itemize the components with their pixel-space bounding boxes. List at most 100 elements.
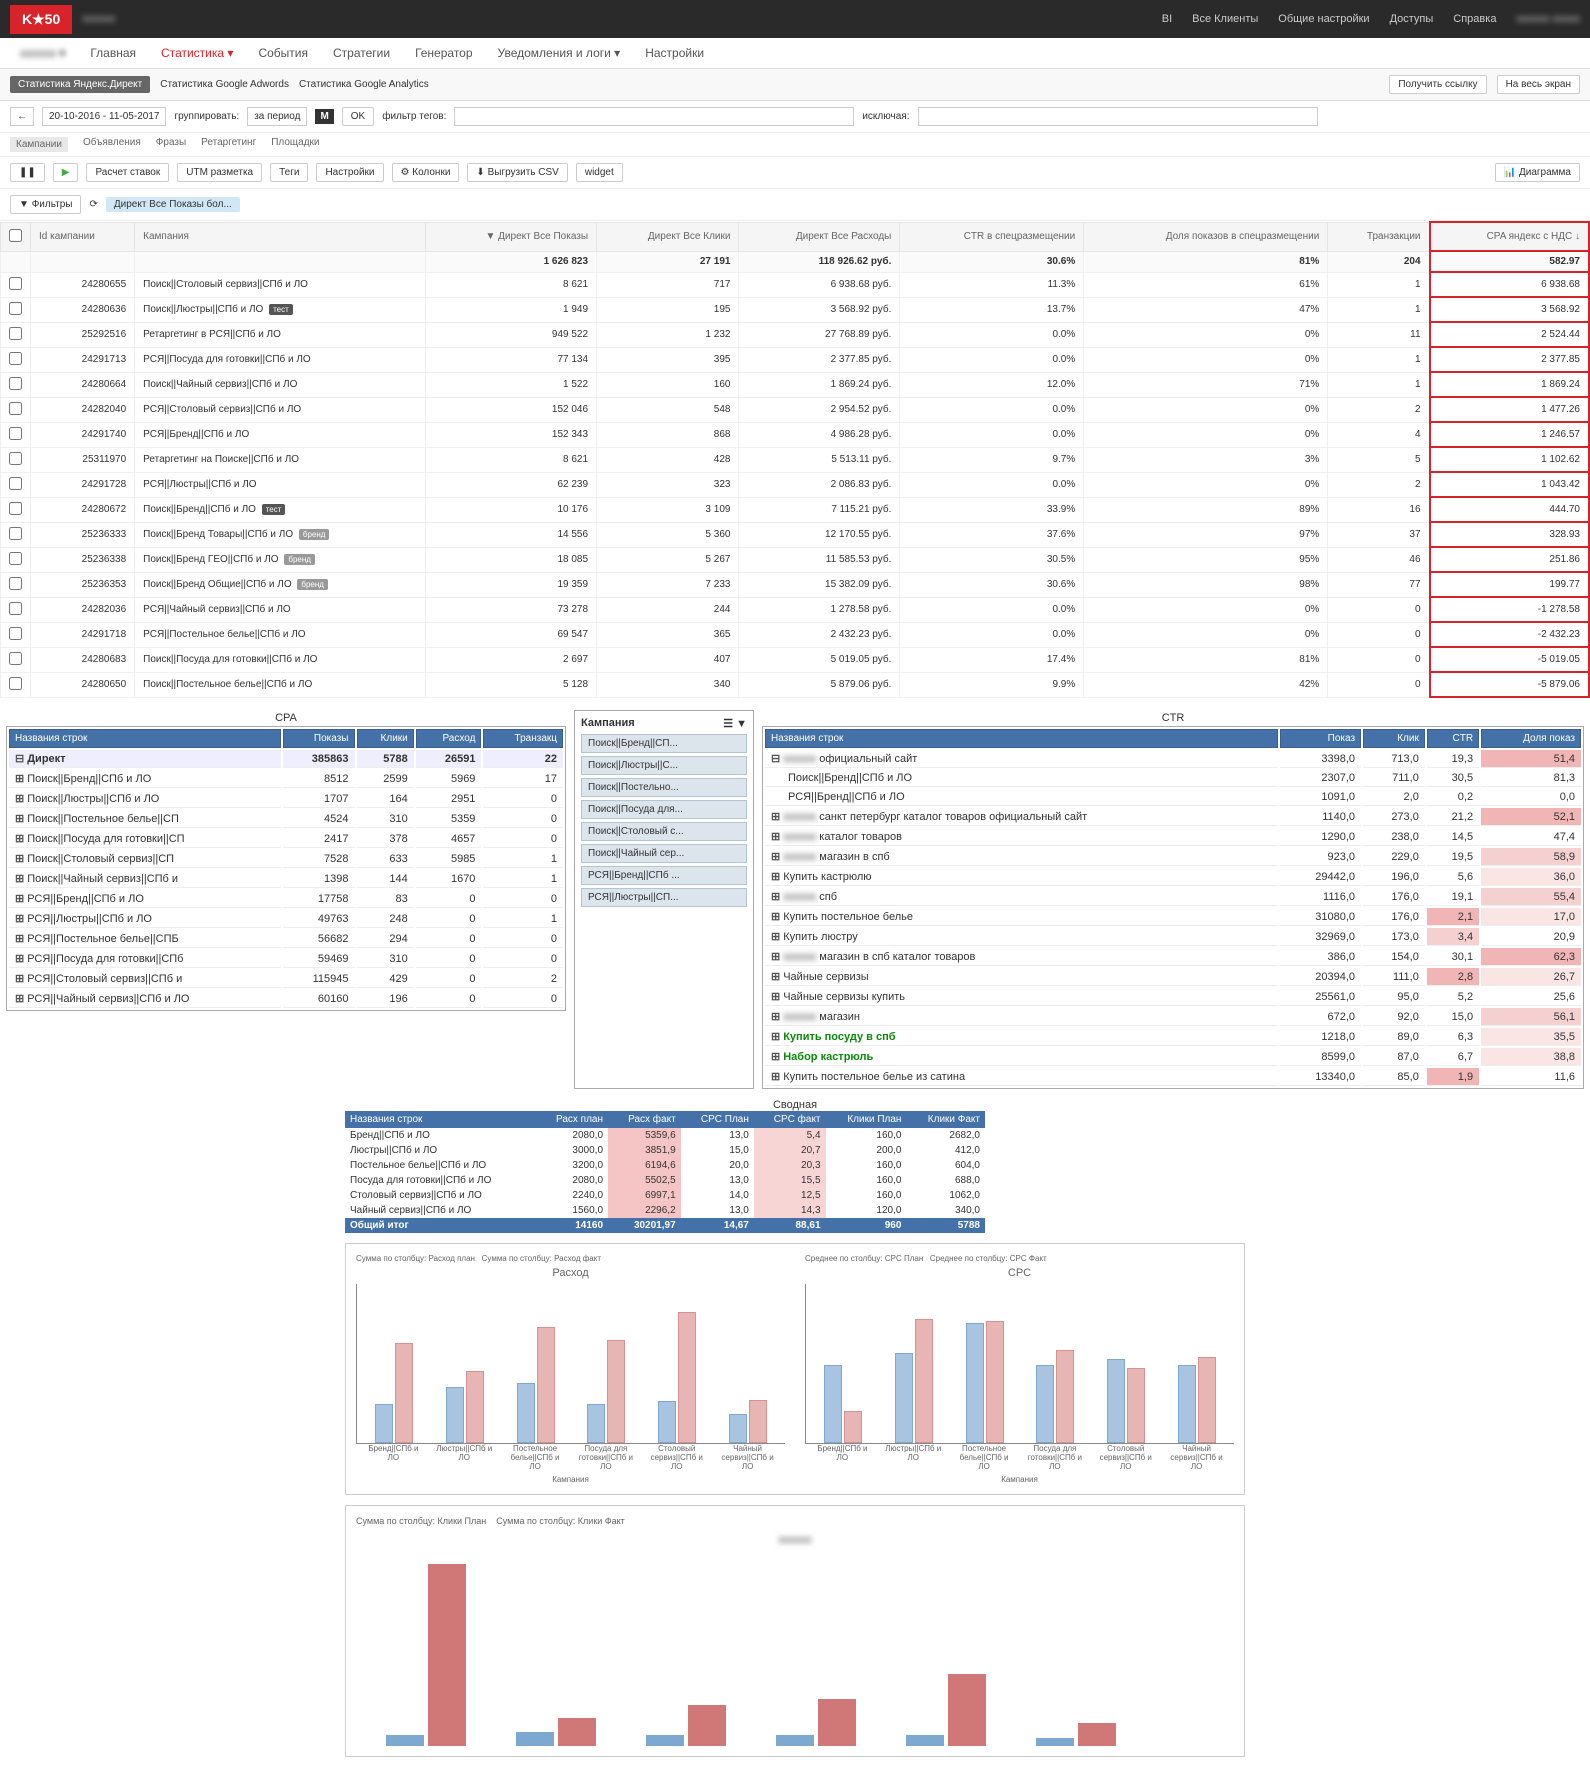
header-checkbox[interactable] bbox=[1, 222, 31, 251]
play-button[interactable]: ▶ bbox=[53, 163, 79, 182]
col-trans[interactable]: Транзакции bbox=[1328, 222, 1430, 251]
tab-yandex[interactable]: Статистика Яндекс.Директ bbox=[10, 76, 150, 93]
ctr-row[interactable]: ⊞xxxxxx санкт петербург каталог товаров … bbox=[765, 808, 1581, 826]
nav-settings[interactable]: Настройки bbox=[645, 46, 704, 60]
columns-button[interactable]: ⚙ Колонки bbox=[392, 163, 460, 182]
exclude-input[interactable] bbox=[918, 107, 1318, 126]
get-link-button[interactable]: Получить ссылку bbox=[1389, 75, 1486, 94]
nav-events[interactable]: События bbox=[258, 46, 308, 60]
tab-ads[interactable]: Объявления bbox=[83, 137, 141, 152]
menu-bi[interactable]: BI bbox=[1162, 13, 1172, 25]
col-spend[interactable]: Директ Все Расходы bbox=[739, 222, 900, 251]
cpa-row[interactable]: ⊞РСЯ||Посуда для готовки||СПб5946931000 bbox=[9, 950, 563, 968]
prev-button[interactable]: ← bbox=[10, 107, 34, 126]
widget-button[interactable]: widget bbox=[576, 163, 623, 182]
filters-button[interactable]: ▼ Фильтры bbox=[10, 195, 81, 214]
ctr-row[interactable]: ⊞Набор кастрюль8599,087,06,738,8 bbox=[765, 1048, 1581, 1066]
ctr-row[interactable]: ⊞Чайные сервизы20394,0111,02,826,7 bbox=[765, 968, 1581, 986]
funnel-icon[interactable]: ☰ ▼ bbox=[723, 717, 747, 730]
nav-strategies[interactable]: Стратегии bbox=[333, 46, 390, 60]
tab-adwords[interactable]: Статистика Google Adwords bbox=[160, 79, 289, 90]
cpa-row[interactable]: ⊞Поиск||Столовый сервиз||СП752863359851 bbox=[9, 850, 563, 868]
campaign-filter-item[interactable]: Поиск||Чайный сер... bbox=[581, 844, 747, 863]
group-select[interactable]: за период bbox=[247, 107, 307, 126]
table-row[interactable]: 24291740 РСЯ||Бренд||СПб и ЛО 152 343 86… bbox=[1, 422, 1590, 447]
cpa-row[interactable]: ⊞РСЯ||Люстры||СПб и ЛО4976324801 bbox=[9, 910, 563, 928]
calc-button[interactable]: Расчет ставок bbox=[86, 163, 169, 182]
ctr-row[interactable]: ⊞Купить постельное белье из сатина13340,… bbox=[765, 1068, 1581, 1086]
table-row[interactable]: 24291728 РСЯ||Люстры||СПб и ЛО 62 239 32… bbox=[1, 472, 1590, 497]
ctr-row[interactable]: ⊞Купить постельное белье31080,0176,02,11… bbox=[765, 908, 1581, 926]
user-menu[interactable]: xxxxxx xxxxx bbox=[1516, 13, 1580, 25]
date-range[interactable]: 20-10-2016 - 11-05-2017 bbox=[42, 107, 166, 126]
table-row[interactable]: 24282036 РСЯ||Чайный сервиз||СПб и ЛО 73… bbox=[1, 597, 1590, 622]
filter-chip[interactable]: Директ Все Показы бол... bbox=[106, 197, 240, 212]
table-row[interactable]: 24280655 Поиск||Столовый сервиз||СПб и Л… bbox=[1, 272, 1590, 297]
table-row[interactable]: 25236333 Поиск||Бренд Товары||СПб и ЛО б… bbox=[1, 522, 1590, 547]
ctr-row[interactable]: ⊞xxxxxx каталог товаров1290,0238,014,547… bbox=[765, 828, 1581, 846]
menu-settings[interactable]: Общие настройки bbox=[1278, 13, 1369, 25]
campaign-filter-item[interactable]: Поиск||Люстры||С... bbox=[581, 756, 747, 775]
col-id[interactable]: Id кампании bbox=[31, 222, 135, 251]
ctr-row[interactable]: ⊞Купить кастрюлю29442,0196,05,636,0 bbox=[765, 868, 1581, 886]
col-campaign[interactable]: Кампания bbox=[135, 222, 426, 251]
col-ctr[interactable]: CTR в спецразмещении bbox=[900, 222, 1084, 251]
tab-campaigns[interactable]: Кампании bbox=[10, 137, 68, 152]
tab-retargeting[interactable]: Ретаргетинг bbox=[201, 137, 256, 152]
tags-button[interactable]: Теги bbox=[270, 163, 308, 182]
table-row[interactable]: 24280664 Поиск||Чайный сервиз||СПб и ЛО … bbox=[1, 372, 1590, 397]
ctr-row[interactable]: ⊞xxxxxx магазин в спб923,0229,019,558,9 bbox=[765, 848, 1581, 866]
table-row[interactable]: 25311970 Ретаргетинг на Поиске||СПб и ЛО… bbox=[1, 447, 1590, 472]
ctr-row[interactable]: ⊟xxxxxx официальный сайт3398,0713,019,35… bbox=[765, 750, 1581, 768]
settings-button[interactable]: Настройки bbox=[316, 163, 383, 182]
pause-button[interactable]: ❚❚ bbox=[10, 163, 45, 182]
ctr-row[interactable]: РСЯ||Бренд||СПб и ЛО1091,02,00,20,0 bbox=[765, 789, 1581, 806]
ctr-row[interactable]: ⊞xxxxxx магазин в спб каталог товаров386… bbox=[765, 948, 1581, 966]
utm-button[interactable]: UTM разметка bbox=[177, 163, 262, 182]
nav-generator[interactable]: Генератор bbox=[415, 46, 472, 60]
nav-stats[interactable]: Статистика ▾ bbox=[161, 46, 233, 60]
ctr-row[interactable]: ⊞xxxxxx спб1116,0176,019,155,4 bbox=[765, 888, 1581, 906]
cpa-row[interactable]: ⊟Директ38586357882659122 bbox=[9, 750, 563, 768]
refresh-icon[interactable]: ⟳ bbox=[89, 199, 97, 210]
table-row[interactable]: 25236338 Поиск||Бренд ГЕО||СПб и ЛО брен… bbox=[1, 547, 1590, 572]
table-row[interactable]: 25236353 Поиск||Бренд Общие||СПб и ЛО бр… bbox=[1, 572, 1590, 597]
cpa-row[interactable]: ⊞Поиск||Бренд||СПб и ЛО85122599596917 bbox=[9, 770, 563, 788]
cpa-row[interactable]: ⊞РСЯ||Бренд||СПб и ЛО177588300 bbox=[9, 890, 563, 908]
tag-filter-input[interactable] bbox=[454, 107, 854, 126]
cpa-row[interactable]: ⊞РСЯ||Постельное белье||СПБ5668229400 bbox=[9, 930, 563, 948]
nav-notifications[interactable]: Уведомления и логи ▾ bbox=[498, 46, 621, 60]
table-row[interactable]: 24291718 РСЯ||Постельное белье||СПб и ЛО… bbox=[1, 622, 1590, 647]
table-row[interactable]: 25292516 Ретаргетинг в РСЯ||СПб и ЛО 949… bbox=[1, 322, 1590, 347]
campaign-filter-item[interactable]: РСЯ||Бренд||СПб ... bbox=[581, 866, 747, 885]
table-row[interactable]: 24280672 Поиск||Бренд||СПб и ЛО тест 10 … bbox=[1, 497, 1590, 522]
col-cpa[interactable]: CPA яндекс с НДС ↓ bbox=[1430, 222, 1589, 251]
chart-button[interactable]: 📊 Диаграмма bbox=[1495, 163, 1580, 182]
cpa-row[interactable]: ⊞Поиск||Постельное белье||СП452431053590 bbox=[9, 810, 563, 828]
menu-access[interactable]: Доступы bbox=[1390, 13, 1434, 25]
cpa-row[interactable]: ⊞Поиск||Чайный сервиз||СПб и139814416701 bbox=[9, 870, 563, 888]
ctr-row[interactable]: ⊞Чайные сервизы купить25561,095,05,225,6 bbox=[765, 988, 1581, 1006]
col-share[interactable]: Доля показов в спецразмещении bbox=[1084, 222, 1328, 251]
col-shows[interactable]: ▼ Директ Все Показы bbox=[426, 222, 597, 251]
cpa-row[interactable]: ⊞Поиск||Посуда для готовки||СП2417378465… bbox=[9, 830, 563, 848]
ctr-row[interactable]: Поиск||Бренд||СПб и ЛО2307,0711,030,581,… bbox=[765, 770, 1581, 787]
tab-placements[interactable]: Площадки bbox=[271, 137, 319, 152]
campaign-filter-item[interactable]: Поиск||Постельно... bbox=[581, 778, 747, 797]
campaign-filter-item[interactable]: Поиск||Бренд||СП... bbox=[581, 734, 747, 753]
table-row[interactable]: 24280683 Поиск||Посуда для готовки||СПб … bbox=[1, 647, 1590, 672]
cpa-row[interactable]: ⊞Поиск||Люстры||СПб и ЛО170716429510 bbox=[9, 790, 563, 808]
cpa-row[interactable]: ⊞РСЯ||Чайный сервиз||СПб и ЛО6016019600 bbox=[9, 990, 563, 1008]
cpa-row[interactable]: ⊞РСЯ||Столовый сервиз||СПб и11594542902 bbox=[9, 970, 563, 988]
menu-help[interactable]: Справка bbox=[1453, 13, 1496, 25]
nav-main[interactable]: Главная bbox=[90, 46, 136, 60]
tab-analytics[interactable]: Статистика Google Analytics bbox=[299, 79, 429, 90]
ok-button[interactable]: OK bbox=[342, 107, 374, 126]
fullscreen-button[interactable]: На весь экран bbox=[1497, 75, 1580, 94]
ctr-row[interactable]: ⊞Купить посуду в спб1218,089,06,335,5 bbox=[765, 1028, 1581, 1046]
ctr-row[interactable]: ⊞Купить люстру32969,0173,03,420,9 bbox=[765, 928, 1581, 946]
menu-clients[interactable]: Все Клиенты bbox=[1192, 13, 1258, 25]
campaign-filter-item[interactable]: Поиск||Столовый с... bbox=[581, 822, 747, 841]
table-row[interactable]: 24282040 РСЯ||Столовый сервиз||СПб и ЛО … bbox=[1, 397, 1590, 422]
table-row[interactable]: 24291713 РСЯ||Посуда для готовки||СПб и … bbox=[1, 347, 1590, 372]
